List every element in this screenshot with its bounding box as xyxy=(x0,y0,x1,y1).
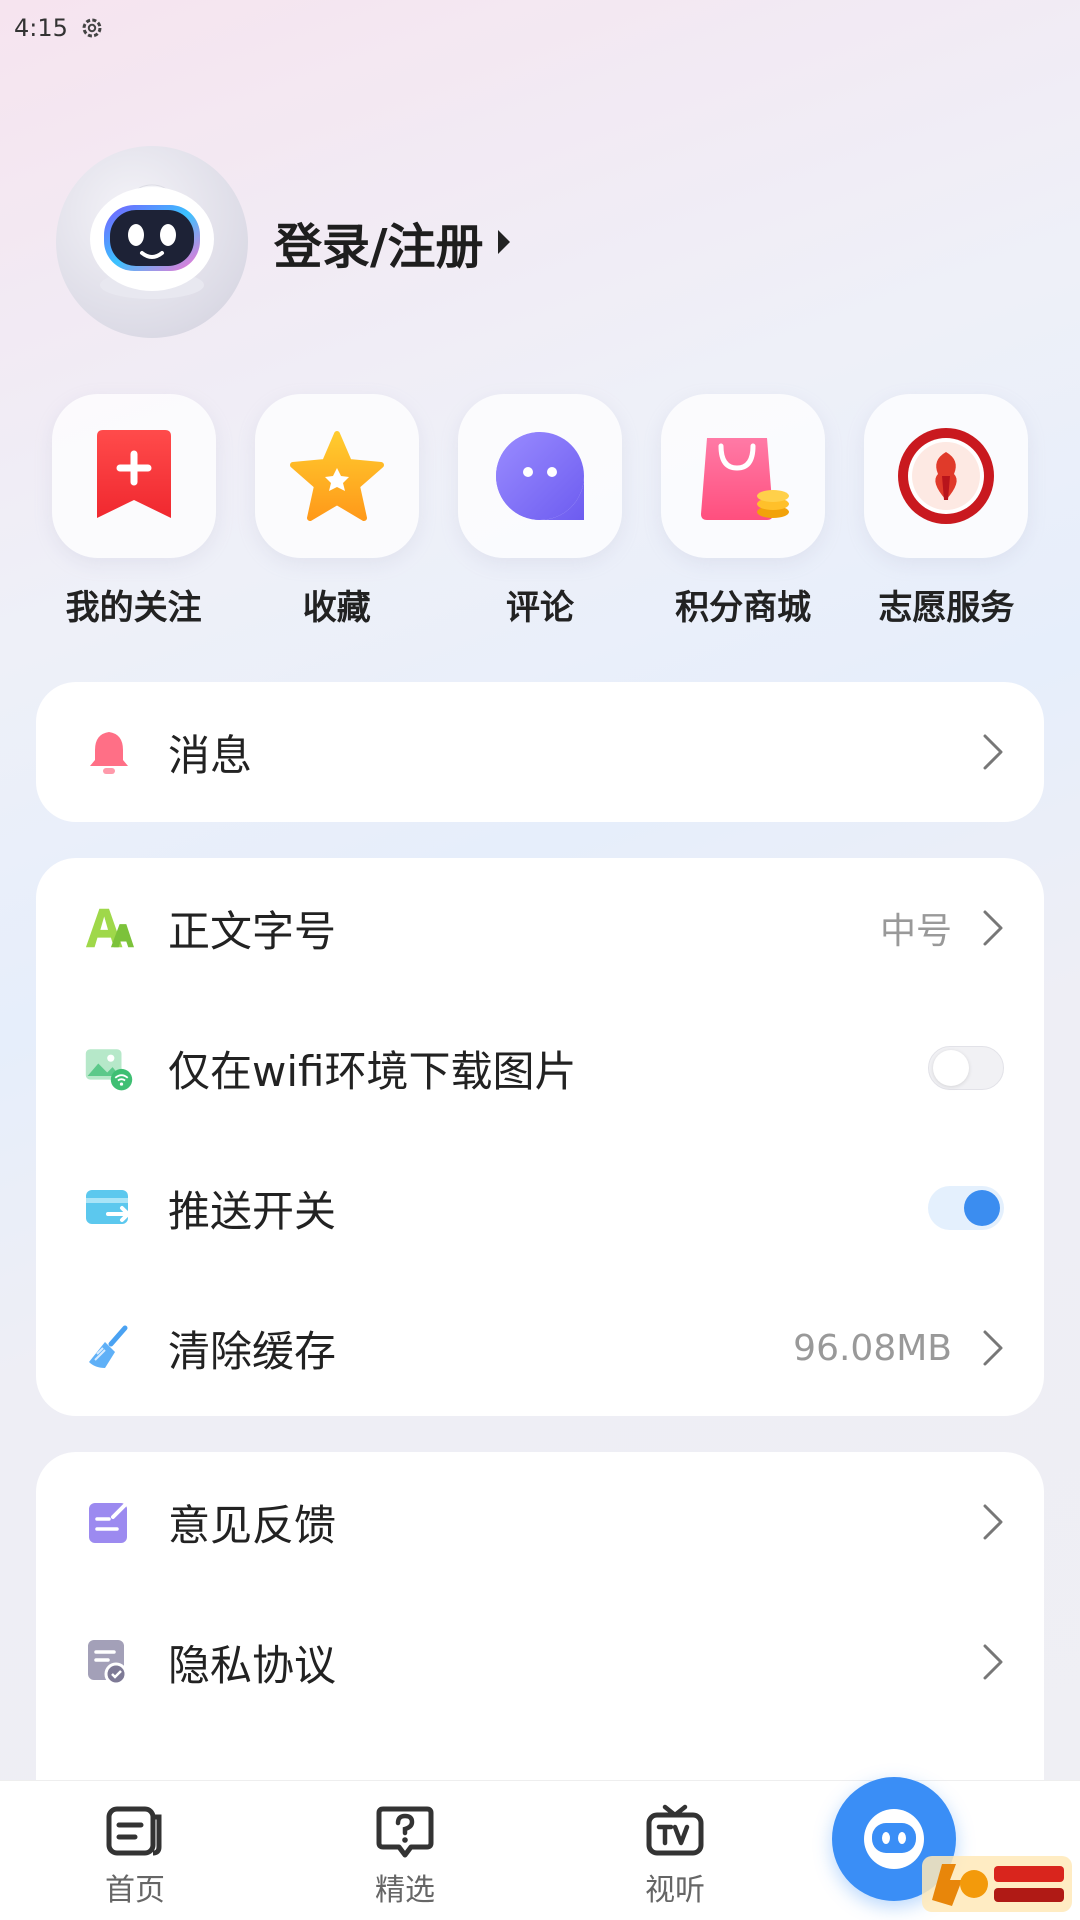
wifi-images-toggle[interactable] xyxy=(928,1046,1004,1090)
font-size-row[interactable]: 正文字号 中号 xyxy=(36,858,1044,998)
robot-head-icon xyxy=(864,1809,924,1869)
shortcut-grid: 我的关注 收藏 评论 积分商城 志愿服务 xyxy=(0,394,1080,629)
site-watermark-logo xyxy=(922,1856,1072,1912)
status-time: 4:15 xyxy=(14,14,68,42)
messages-row[interactable]: 消息 xyxy=(36,682,1044,822)
shortcut-tile xyxy=(51,394,216,558)
push-row: 推送开关 xyxy=(36,1138,1044,1278)
shortcut-tile xyxy=(254,394,419,558)
chat-bubble-icon xyxy=(495,432,584,520)
font-size-label: 正文字号 xyxy=(168,906,337,956)
tab-featured[interactable]: 精选 xyxy=(270,1781,540,1920)
feedback-label: 意见反馈 xyxy=(168,1500,337,1550)
misc-card: 意见反馈 隐私协议 xyxy=(36,1452,1044,1782)
login-register-label: 登录/注册 xyxy=(274,219,484,275)
broom-icon xyxy=(84,1323,134,1373)
volunteer-emblem-icon xyxy=(898,428,995,524)
chevron-right-icon xyxy=(983,1644,1003,1680)
font-size-value: 中号 xyxy=(879,911,952,952)
clear-cache-label: 清除缓存 xyxy=(168,1326,337,1376)
privacy-icon xyxy=(84,1637,134,1687)
wifi-images-row: 仅在wifi环境下载图片 xyxy=(36,998,1044,1138)
tab-video-label: 视听 xyxy=(645,1873,705,1908)
caret-right-icon xyxy=(497,230,510,254)
shortcut-label: 积分商城 xyxy=(675,588,812,628)
font-size-icon xyxy=(84,903,134,953)
profile-header[interactable]: 登录/注册 xyxy=(56,146,510,338)
clear-cache-row[interactable]: 清除缓存 96.08MB xyxy=(36,1278,1044,1418)
login-register-link[interactable]: 登录/注册 xyxy=(274,207,510,277)
shortcut-comments[interactable]: 评论 xyxy=(455,394,625,629)
push-toggle[interactable] xyxy=(928,1186,1004,1230)
shortcut-label: 我的关注 xyxy=(65,588,202,628)
shortcut-points-mall[interactable]: 积分商城 xyxy=(658,394,828,629)
shortcut-tile xyxy=(457,394,622,558)
news-icon xyxy=(106,1806,162,1856)
messages-label: 消息 xyxy=(168,730,253,780)
privacy-row[interactable]: 隐私协议 xyxy=(36,1592,1044,1732)
toggle-knob xyxy=(964,1190,1000,1226)
shortcut-label: 评论 xyxy=(505,588,574,628)
chevron-right-icon xyxy=(983,1504,1003,1540)
chevron-right-icon xyxy=(983,910,1003,946)
messages-card: 消息 xyxy=(36,682,1044,822)
tv-icon xyxy=(646,1804,704,1856)
avatar[interactable] xyxy=(56,146,248,338)
feedback-row[interactable]: 意见反馈 xyxy=(36,1452,1044,1592)
shortcut-volunteer[interactable]: 志愿服务 xyxy=(861,394,1031,629)
question-bubble-icon xyxy=(376,1806,434,1858)
shortcut-label: 收藏 xyxy=(302,588,371,628)
image-wifi-icon xyxy=(84,1043,134,1093)
toggle-knob xyxy=(933,1050,969,1086)
privacy-label: 隐私协议 xyxy=(168,1640,337,1690)
shortcut-favorites[interactable]: 收藏 xyxy=(252,394,422,629)
bell-icon xyxy=(84,727,134,777)
chevron-right-icon xyxy=(983,1330,1003,1366)
cache-size-value: 96.08MB xyxy=(793,1327,952,1369)
shortcut-following[interactable]: 我的关注 xyxy=(49,394,219,629)
bookmark-plus-icon xyxy=(96,430,171,518)
chevron-right-icon xyxy=(983,734,1003,770)
tab-home[interactable]: 首页 xyxy=(0,1781,270,1920)
shortcut-label: 志愿服务 xyxy=(878,588,1015,628)
feedback-icon xyxy=(84,1497,134,1547)
push-icon xyxy=(84,1183,134,1233)
settings-gear-icon xyxy=(82,18,102,38)
shopping-bag-coins-icon xyxy=(701,438,790,520)
bottom-tab-bar: 首页 精选 视听 xyxy=(0,1777,1080,1920)
robot-avatar-icon xyxy=(90,184,214,299)
tab-home-label: 首页 xyxy=(105,1873,165,1908)
push-label: 推送开关 xyxy=(168,1186,337,1236)
wifi-images-label: 仅在wifi环境下载图片 xyxy=(168,1046,577,1096)
shortcut-tile xyxy=(661,394,826,558)
settings-card: 正文字号 中号 仅在wifi环境下载图片 推送开关 清除缓存 96.08MB xyxy=(36,858,1044,1416)
tab-video[interactable]: 视听 xyxy=(540,1781,810,1920)
star-icon xyxy=(289,431,384,521)
shortcut-tile xyxy=(864,394,1029,558)
status-bar: 4:15 xyxy=(14,8,104,48)
tab-featured-label: 精选 xyxy=(375,1873,435,1908)
